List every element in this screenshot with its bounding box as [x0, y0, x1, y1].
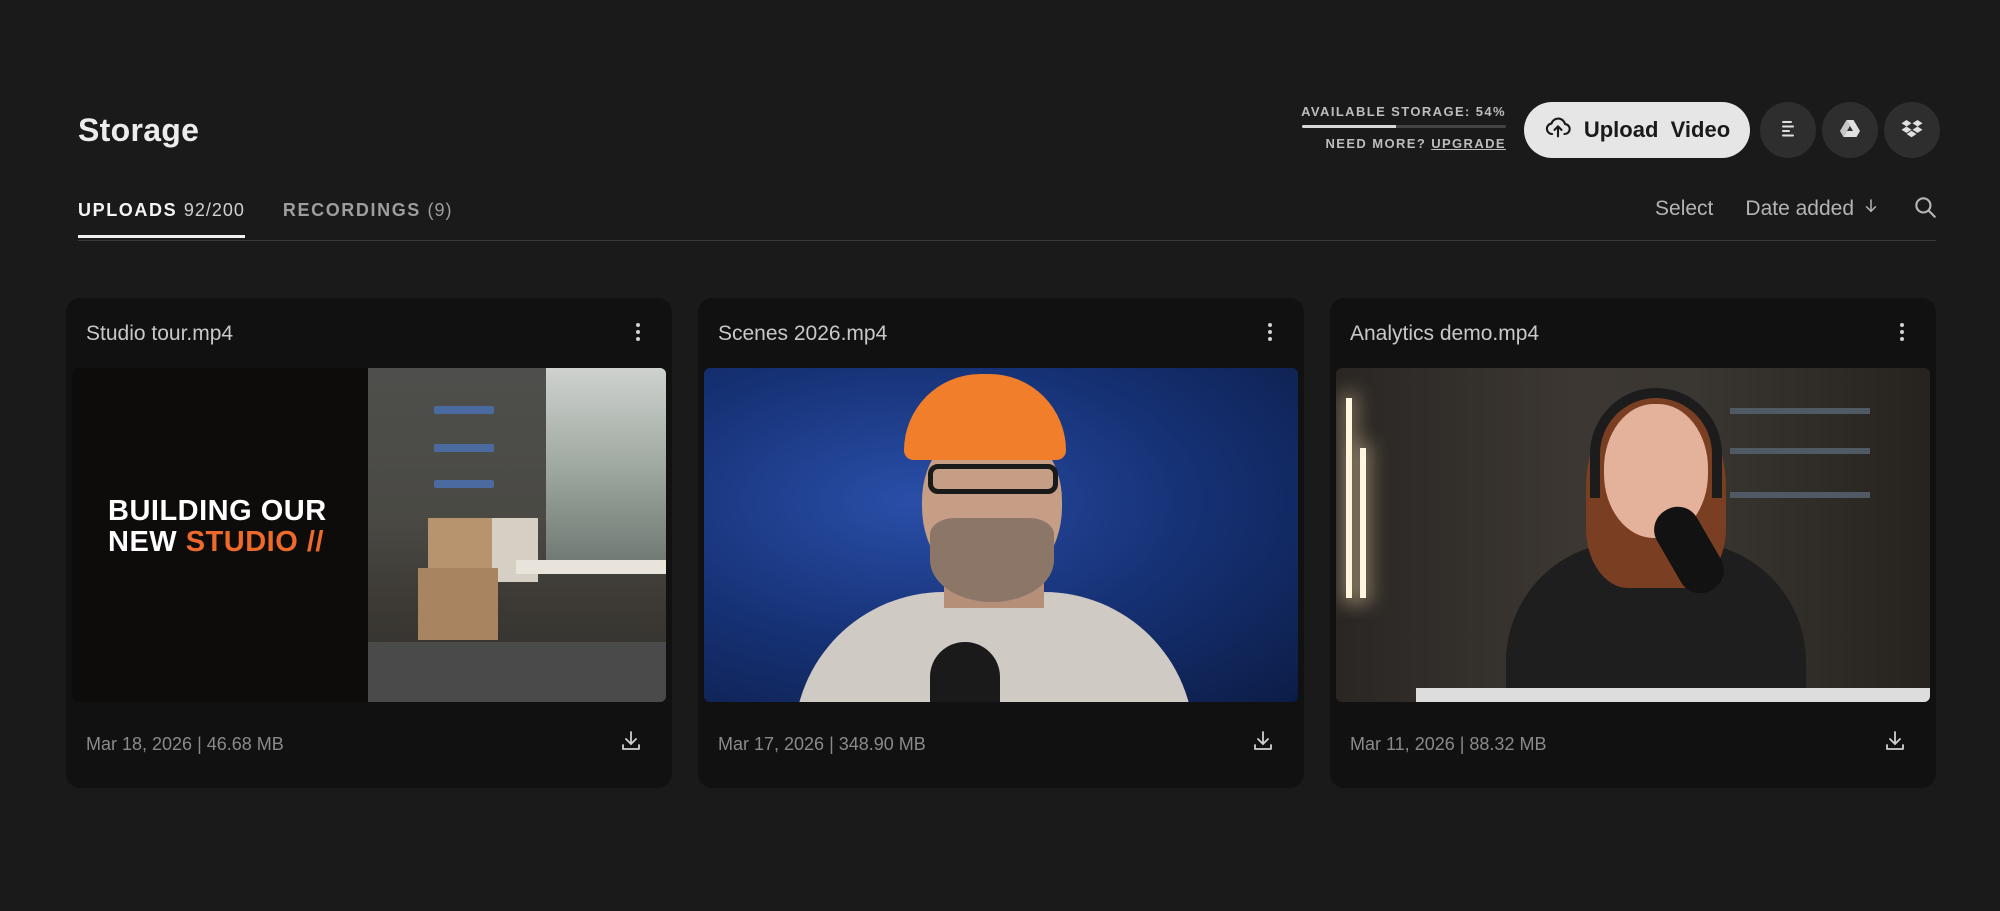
desk-shape [516, 560, 666, 574]
floor-shape [368, 642, 666, 702]
video-title: Scenes 2026.mp4 [718, 322, 888, 345]
video-thumbnail[interactable] [1336, 368, 1930, 702]
video-meta: Mar 18, 2026 | 46.68 MB [86, 734, 284, 754]
more-options-button[interactable] [1888, 320, 1916, 348]
dropbox-button[interactable] [1884, 102, 1940, 158]
thumbnail-title-text: BUILDING OUR NEW STUDIO // [108, 496, 327, 558]
need-more-text: NEED MORE? UPGRADE [1296, 136, 1506, 151]
tab-recordings-count: (9) [427, 200, 453, 220]
table-shape [1416, 688, 1930, 702]
video-meta: Mar 17, 2026 | 348.90 MB [718, 734, 926, 754]
box-shape [418, 568, 498, 640]
tab-uploads[interactable]: UPLOADS 92/200 [78, 200, 245, 238]
google-drive-button[interactable] [1822, 102, 1878, 158]
shelf-shape [1730, 408, 1870, 414]
thumbnail-text-line1: BUILDING OUR [108, 495, 327, 527]
list-view-button[interactable] [1760, 102, 1816, 158]
video-thumbnail[interactable]: BUILDING OUR NEW STUDIO // [72, 368, 666, 702]
download-button[interactable] [616, 728, 646, 758]
sort-dropdown[interactable]: Date added [1745, 197, 1880, 221]
download-button[interactable] [1248, 728, 1278, 758]
download-icon [1251, 729, 1275, 758]
video-title: Studio tour.mp4 [86, 322, 234, 345]
arrow-down-icon [1862, 197, 1880, 221]
search-button[interactable] [1912, 194, 1938, 223]
download-button[interactable] [1880, 728, 1910, 758]
select-button[interactable]: Select [1655, 197, 1713, 221]
upload-video-button[interactable]: Upload Video [1524, 102, 1750, 158]
light-tube-shape [1360, 448, 1366, 598]
studio-photo [368, 368, 666, 702]
thumbnail-text-accent: STUDIO // [185, 526, 324, 558]
tab-recordings-label: RECORDINGS [282, 200, 421, 220]
video-card[interactable]: Studio tour.mp4 BUILDING OUR NEW STUDIO … [66, 298, 672, 788]
tabs: UPLOADS 92/200 RECORDINGS (9) [78, 200, 453, 238]
page-title: Storage [78, 112, 200, 148]
video-title: Analytics demo.mp4 [1350, 322, 1540, 345]
storage-bar-fill [1302, 125, 1396, 128]
google-drive-icon [1838, 117, 1862, 144]
box-shape [428, 518, 492, 570]
more-vertical-icon [1899, 322, 1905, 347]
list-icon [1776, 117, 1800, 144]
shelf-shape [434, 480, 494, 488]
download-icon [1883, 729, 1907, 758]
dropbox-icon [1900, 117, 1924, 144]
glasses-shape [928, 464, 1058, 494]
window-shape [546, 368, 666, 568]
storage-bar [1302, 125, 1506, 128]
more-options-button[interactable] [1256, 320, 1284, 348]
toolbar: Select Date added [1655, 194, 1938, 223]
video-meta: Mar 11, 2026 | 88.32 MB [1350, 734, 1547, 754]
shelf-shape [434, 406, 494, 414]
video-thumbnail[interactable] [704, 368, 1298, 702]
more-vertical-icon [635, 322, 641, 347]
upload-video-label: Upload Video [1583, 117, 1731, 142]
upload-cloud-icon [1544, 113, 1572, 147]
shelf-shape [1730, 492, 1870, 498]
storage-page: Storage AVAILABLE STORAGE: 54% NEED MORE… [0, 0, 2000, 911]
storage-label: AVAILABLE STORAGE: 54% [1301, 104, 1506, 119]
beard-shape [930, 518, 1054, 602]
tab-recordings[interactable]: RECORDINGS (9) [283, 200, 453, 238]
storage-meter: AVAILABLE STORAGE: 54% NEED MORE? UPGRAD… [1296, 104, 1506, 151]
video-card[interactable]: Analytics demo.mp4 Mar 11, 2026 | 88.32 … [1330, 298, 1936, 788]
video-card[interactable]: Scenes 2026.mp4 Mar 17, 2026 | 348.90 MB [698, 298, 1304, 788]
search-icon [1912, 197, 1938, 223]
more-options-button[interactable] [624, 320, 652, 348]
light-tube-shape [1346, 398, 1352, 598]
tab-uploads-label: UPLOADS [78, 200, 178, 220]
more-vertical-icon [1267, 322, 1273, 347]
shelf-shape [434, 444, 494, 452]
tab-uploads-count: 92/200 [183, 200, 245, 220]
upgrade-link[interactable]: UPGRADE [1431, 136, 1506, 151]
select-label: Select [1655, 196, 1714, 220]
download-icon [619, 729, 643, 758]
thumbnail-text-line2: NEW [108, 526, 186, 558]
shelf-shape [1730, 448, 1870, 454]
sort-label: Date added [1745, 196, 1854, 220]
need-more-label: NEED MORE? [1325, 136, 1427, 151]
tabs-divider [78, 240, 1936, 241]
